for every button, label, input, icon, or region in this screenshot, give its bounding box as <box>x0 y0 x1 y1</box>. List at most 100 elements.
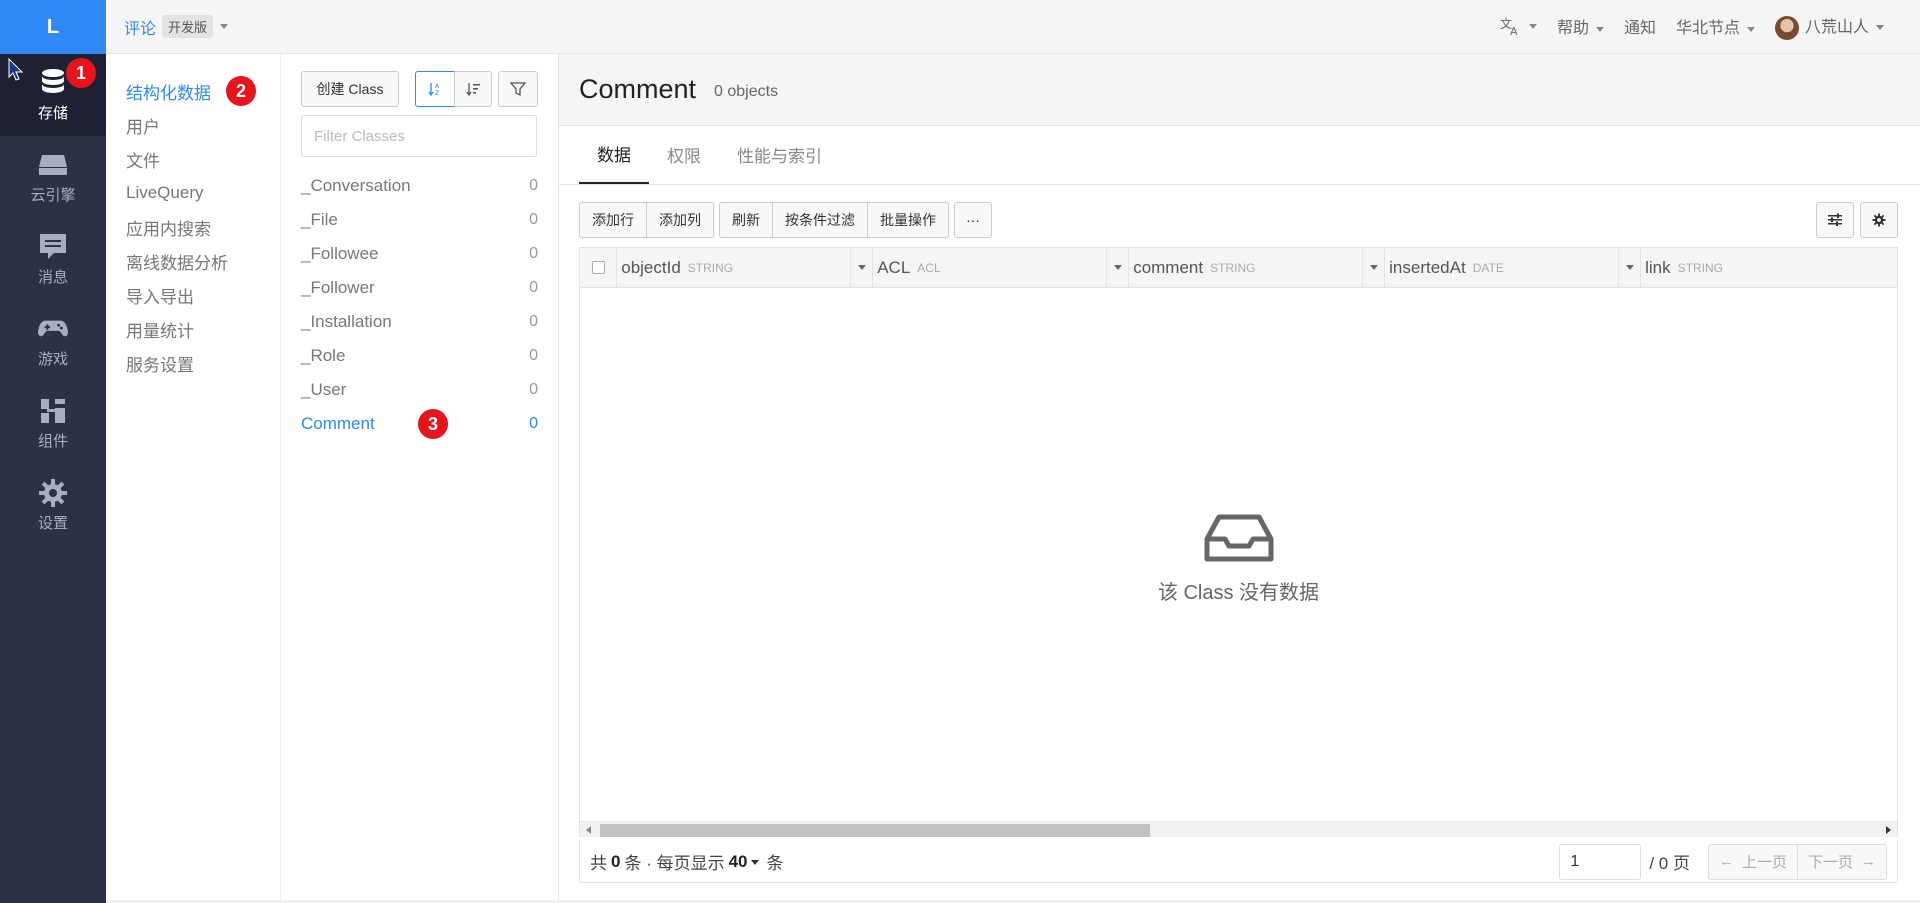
scroll-right-icon[interactable] <box>1886 826 1891 834</box>
total-suffix: 条 <box>766 854 784 873</box>
subnav-item-livequery[interactable]: LiveQuery <box>106 176 280 210</box>
total-count: 0 <box>611 851 621 871</box>
subnav-item-structured-data[interactable]: 结构化数据 2 <box>106 74 280 108</box>
class-item-follower[interactable]: _Follower 0 <box>301 271 538 305</box>
class-name: _User <box>301 380 347 399</box>
column-menu-chevron-down-icon[interactable] <box>1618 248 1640 287</box>
filter-by-condition-button[interactable]: 按条件过滤 <box>772 202 868 238</box>
column-header-acl[interactable]: ACL ACL <box>873 248 1130 287</box>
class-item-followee[interactable]: _Followee 0 <box>301 237 538 271</box>
chevron-down-icon <box>1746 26 1755 32</box>
arrow-right-icon: → <box>1861 853 1876 870</box>
subnav-item-import-export[interactable]: 导入导出 <box>106 278 280 312</box>
class-item-comment[interactable]: Comment 3 0 <box>301 407 538 441</box>
column-header-objectid[interactable]: objectId STRING <box>617 248 874 287</box>
column-menu-chevron-down-icon[interactable] <box>1362 248 1384 287</box>
column-menu-chevron-down-icon[interactable] <box>850 248 872 287</box>
class-name: _File <box>301 210 338 229</box>
tab-permissions[interactable]: 权限 <box>649 125 719 184</box>
subnav-label: 结构化数据 <box>126 83 211 103</box>
more-button[interactable]: ··· <box>954 202 992 238</box>
prev-page-button[interactable]: ← 上一页 <box>1707 843 1798 880</box>
filter-icon <box>510 82 526 97</box>
subnav-item-files[interactable]: 文件 <box>106 142 280 176</box>
nav-item-cloud-engine[interactable]: 云引擎 <box>0 136 106 218</box>
class-name: _Role <box>301 346 346 365</box>
class-count: 0 <box>529 381 538 398</box>
step-badge-1: 1 <box>66 58 96 88</box>
filter-classes-input[interactable] <box>301 115 537 157</box>
total-mid: 条 · 每页显示 <box>624 854 725 873</box>
column-type: STRING <box>1210 260 1256 275</box>
tab-performance-index[interactable]: 性能与索引 <box>719 125 840 184</box>
batch-operation-button[interactable]: 批量操作 <box>867 202 949 238</box>
nav-item-components[interactable]: 组件 <box>0 382 106 464</box>
add-column-button[interactable]: 添加列 <box>646 202 714 238</box>
class-count: 0 <box>529 177 538 194</box>
horizontal-scrollbar[interactable] <box>580 821 1897 837</box>
app-name-link[interactable]: 评论 <box>124 15 156 39</box>
per-page-select[interactable]: 40 <box>729 852 759 872</box>
scrollbar-thumb[interactable] <box>600 824 1150 837</box>
svg-text:A: A <box>435 83 440 90</box>
nav-label-components: 组件 <box>37 432 68 450</box>
refresh-button[interactable]: 刷新 <box>719 202 773 238</box>
gear-icon <box>38 478 68 508</box>
next-page-button[interactable]: 下一页 → <box>1796 843 1887 880</box>
column-name: link <box>1645 257 1671 277</box>
filter-button[interactable] <box>498 71 538 107</box>
page-total: / 0 页 <box>1649 854 1690 873</box>
column-type: DATE <box>1472 260 1504 275</box>
select-all-checkbox[interactable] <box>580 248 618 287</box>
class-name: Comment <box>301 414 375 433</box>
arrow-left-icon: ← <box>1718 853 1734 870</box>
class-item-conversation[interactable]: _Conversation 0 <box>301 169 538 203</box>
subnav-item-users[interactable]: 用户 <box>106 108 280 142</box>
nav-label-settings: 设置 <box>37 514 68 532</box>
help-menu[interactable]: 帮助 <box>1557 14 1604 38</box>
column-header-insertedat[interactable]: insertedAt DATE <box>1385 248 1642 287</box>
app-switch-chevron-down-icon[interactable] <box>220 24 229 29</box>
pagination-bar: 共 0 条 · 每页显示 40 条 / 0 页 ← 上一页 下一页 → <box>579 841 1898 883</box>
add-row-button[interactable]: 添加行 <box>579 202 647 238</box>
subnav-item-usage[interactable]: 用量统计 <box>106 312 280 346</box>
nav-item-message[interactable]: 消息 <box>0 218 106 300</box>
nav-item-settings[interactable]: 设置 <box>0 464 106 546</box>
subnav-item-search[interactable]: 应用内搜索 <box>106 210 280 244</box>
column-header-comment[interactable]: comment STRING <box>1129 248 1386 287</box>
class-count: 0 <box>529 347 538 364</box>
tab-bar: 数据 权限 性能与索引 <box>559 126 1920 185</box>
class-item-role[interactable]: _Role 0 <box>301 339 538 373</box>
class-item-user[interactable]: _User 0 <box>301 373 538 407</box>
nav-item-game[interactable]: 游戏 <box>0 300 106 382</box>
empty-state: 该 Class 没有数据 <box>580 513 1897 605</box>
notify-link[interactable]: 通知 <box>1624 14 1656 38</box>
subnav-item-offline-analysis[interactable]: 离线数据分析 <box>106 244 280 278</box>
scroll-left-icon[interactable] <box>586 826 591 834</box>
sort-count-button[interactable] <box>454 71 492 107</box>
column-name: objectId <box>621 257 681 277</box>
region-menu[interactable]: 华北节点 <box>1676 14 1755 38</box>
column-menu-chevron-down-icon[interactable] <box>1106 248 1128 287</box>
data-toolbar: 添加行 添加列 刷新 按条件过滤 批量操作 ··· <box>579 202 1898 238</box>
chevron-down-icon <box>1528 23 1537 29</box>
app-logo[interactable]: L <box>0 0 106 54</box>
subnav-item-service-settings[interactable]: 服务设置 <box>106 346 280 380</box>
translate-icon: 文A <box>1500 16 1518 36</box>
column-type: STRING <box>687 260 734 275</box>
page-number-input[interactable] <box>1559 843 1642 880</box>
column-header-link[interactable]: link STRING <box>1641 248 1897 287</box>
sort-alpha-button[interactable]: AZ <box>415 71 455 107</box>
env-badge: 开发版 <box>162 15 214 38</box>
class-item-file[interactable]: _File 0 <box>301 203 538 237</box>
column-settings-button[interactable] <box>1816 202 1854 238</box>
language-menu[interactable]: 文A <box>1500 16 1537 36</box>
create-class-button[interactable]: 创建 Class <box>301 71 399 107</box>
user-menu[interactable]: 八荒山人 <box>1774 13 1884 40</box>
tab-data[interactable]: 数据 <box>579 125 649 184</box>
chevron-down-icon <box>1595 26 1604 32</box>
settings-button[interactable] <box>1860 202 1898 238</box>
class-item-installation[interactable]: _Installation 0 <box>301 305 538 339</box>
column-name: comment <box>1133 257 1204 277</box>
class-data-panel: Comment 0 objects 数据 权限 性能与索引 添加行 添加列 刷新… <box>559 54 1920 903</box>
